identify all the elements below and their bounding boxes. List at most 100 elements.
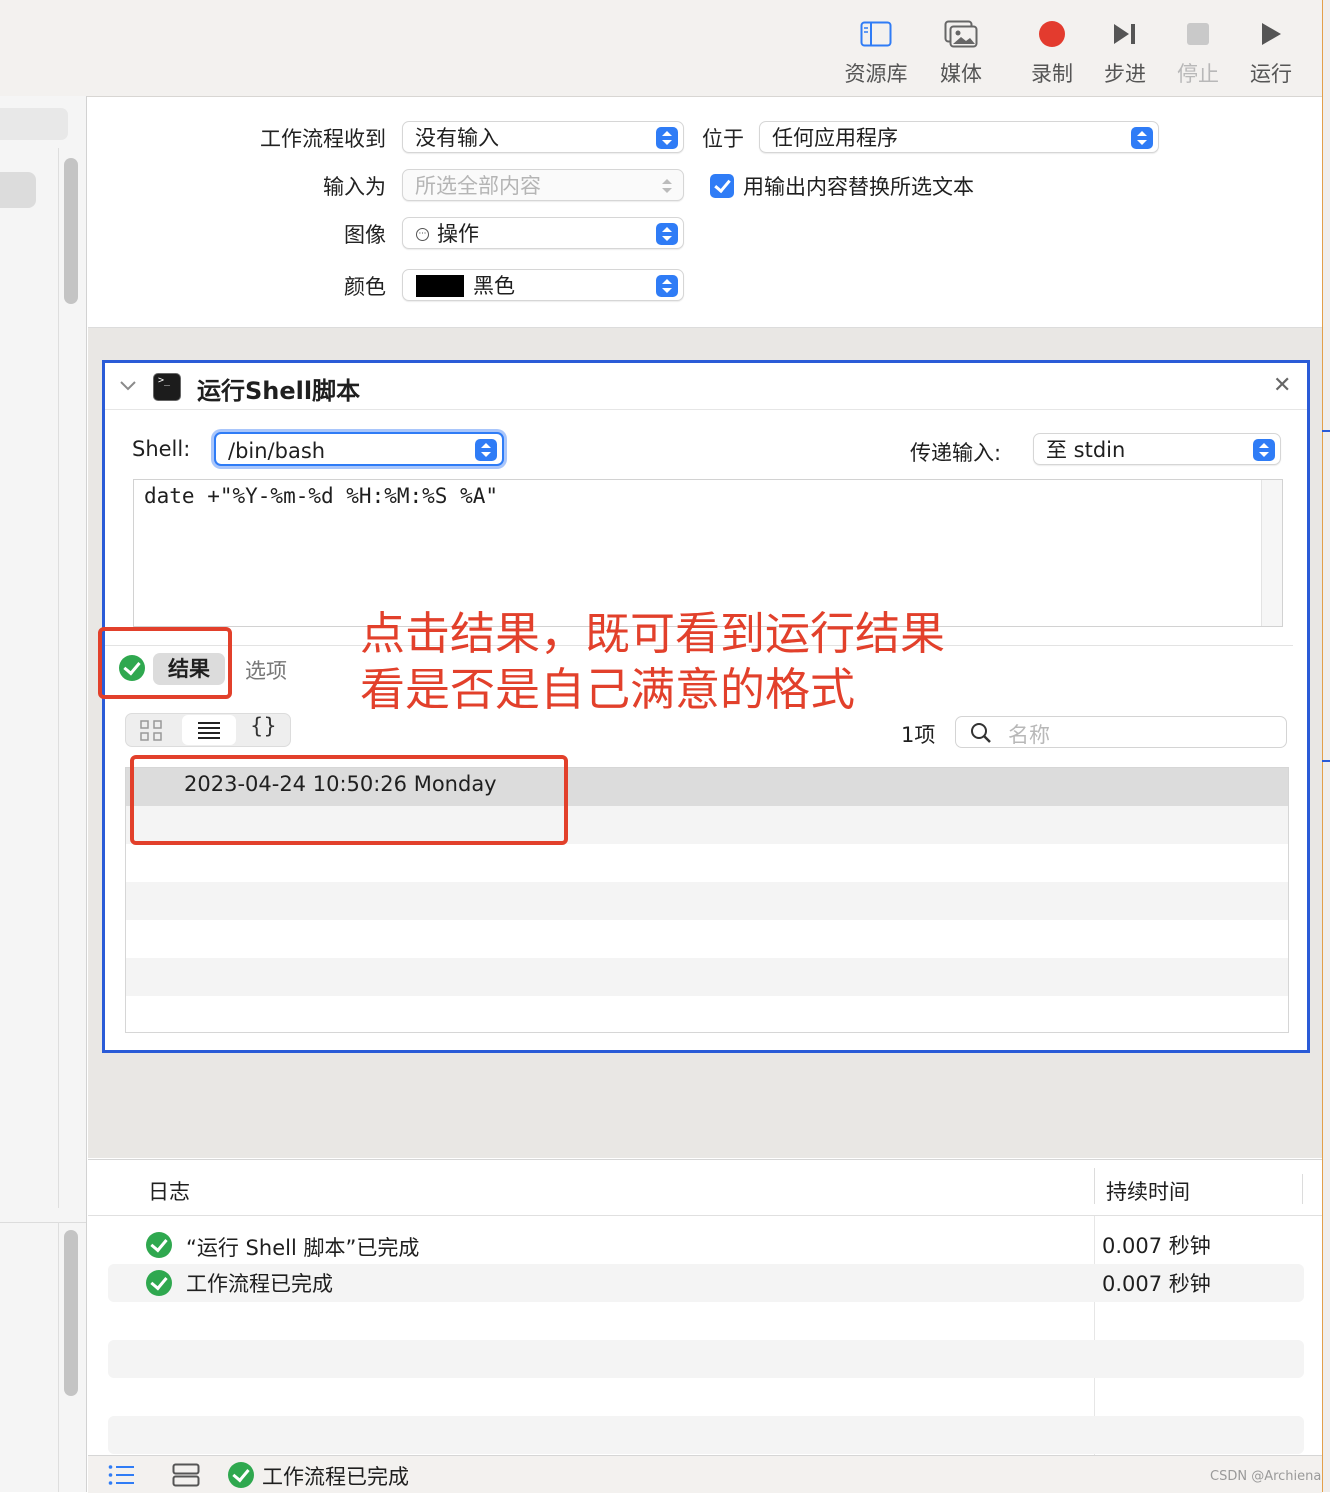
more-icon: ··· <box>416 228 429 241</box>
receives-popup[interactable]: 没有输入 <box>402 121 684 153</box>
edge-marker <box>1322 760 1330 762</box>
header-divider <box>105 409 1307 410</box>
empty-row <box>126 958 1288 996</box>
image-popup[interactable]: ··· 操作 <box>402 217 684 249</box>
color-popup[interactable]: 黑色 <box>402 269 684 301</box>
stepper-icon <box>1253 439 1275 461</box>
empty-row <box>108 1340 1304 1378</box>
run-label: 运行 <box>1250 62 1292 86</box>
annotation-box-output <box>130 755 568 845</box>
stepper-icon <box>656 127 678 149</box>
log-row[interactable]: “运行 Shell 脚本”已完成 0.007 秒钟 <box>108 1226 1304 1264</box>
stop-label: 停止 <box>1177 62 1219 86</box>
application-popup[interactable]: 任何应用程序 <box>759 121 1159 153</box>
sidebar-selected-item[interactable] <box>0 172 36 208</box>
media-button[interactable]: 媒体 <box>921 14 1001 88</box>
application-value: 任何应用程序 <box>772 126 898 150</box>
close-icon[interactable]: ✕ <box>1273 373 1291 398</box>
pass-input-popup[interactable]: 至 stdin <box>1033 433 1281 465</box>
annotation-text: 点击结果，既可看到运行结果 看是否是自己满意的格式 <box>360 606 945 718</box>
sidebar-search-field[interactable] <box>0 108 68 140</box>
sidebar-separator <box>0 1222 86 1223</box>
success-icon <box>228 1462 254 1488</box>
library-button[interactable]: 资源库 <box>836 14 916 88</box>
search-icon <box>971 723 991 743</box>
sidebar-scrollbar[interactable] <box>64 158 78 304</box>
run-button[interactable]: 运行 <box>1231 14 1311 88</box>
stepper-icon <box>656 223 678 245</box>
list-view-icon[interactable] <box>182 715 236 745</box>
step-button[interactable]: 步进 <box>1085 14 1165 88</box>
collapse-chevron-icon[interactable] <box>119 379 137 393</box>
record-button[interactable]: 录制 <box>1012 14 1092 88</box>
success-icon <box>146 1270 172 1296</box>
variables-icon[interactable] <box>172 1463 200 1487</box>
stepper-icon <box>656 175 678 197</box>
checkmark-icon <box>714 175 731 194</box>
script-text: date +"%Y-%m-%d %H:%M:%S %A" <box>144 484 499 508</box>
media-label: 媒体 <box>940 62 982 86</box>
step-icon <box>1114 24 1135 44</box>
shell-popup[interactable]: /bin/bash <box>214 432 504 466</box>
stepper-icon <box>1131 127 1153 149</box>
success-icon <box>146 1232 172 1258</box>
stop-icon <box>1187 23 1209 45</box>
action-title: 运行Shell脚本 <box>197 377 361 405</box>
input-is-label: 输入为 <box>323 175 386 199</box>
stepper-icon <box>656 275 678 297</box>
description-scrollbar[interactable] <box>64 1230 78 1396</box>
input-is-popup[interactable]: 所选全部内容 <box>402 169 684 201</box>
script-editor[interactable]: date +"%Y-%m-%d %H:%M:%S %A" <box>133 479 1283 627</box>
item-count: 1项 <box>901 723 936 747</box>
image-value: 操作 <box>437 222 479 246</box>
status-bar: 工作流程已完成 <box>88 1455 1322 1493</box>
color-value: 黑色 <box>473 274 515 298</box>
replace-label: 用输出内容替换所选文本 <box>743 175 974 199</box>
script-scrollbar[interactable] <box>1261 480 1282 626</box>
library-label: 资源库 <box>844 62 908 86</box>
in-label: 位于 <box>702 127 744 151</box>
workflow-parameters: 工作流程收到 没有输入 位于 任何应用程序 输入为 所选全部内容 用输出内容替换… <box>88 97 1322 328</box>
code-view-icon[interactable]: {} <box>250 714 277 738</box>
column-divider <box>1302 1174 1303 1204</box>
library-icon <box>860 21 892 47</box>
search-placeholder: 名称 <box>1008 723 1050 747</box>
log-panel: 日志 持续时间 “运行 Shell 脚本”已完成 0.007 秒钟 工作流程已完… <box>88 1159 1322 1456</box>
column-divider[interactable] <box>1094 1168 1095 1204</box>
view-mode-control: {} <box>125 713 291 747</box>
log-row-text: “运行 Shell 脚本”已完成 <box>186 1236 420 1260</box>
stepper-icon <box>475 439 497 461</box>
shell-label: Shell: <box>132 437 191 461</box>
replace-checkbox[interactable] <box>710 174 734 198</box>
annotation-box-results <box>98 627 232 699</box>
toolbar: 资源库 媒体 录制 步进 停止 运行 <box>0 0 1322 97</box>
record-label: 录制 <box>1031 62 1073 86</box>
image-label: 图像 <box>344 223 386 247</box>
pass-input-value: 至 stdin <box>1046 438 1126 462</box>
status-text: 工作流程已完成 <box>262 1465 409 1489</box>
pass-input-label: 传递输入: <box>910 441 1002 465</box>
log-row-duration: 0.007 秒钟 <box>1102 1234 1211 1258</box>
receives-value: 没有输入 <box>415 126 499 150</box>
step-label: 步进 <box>1104 62 1146 86</box>
play-icon <box>1262 23 1281 45</box>
sidebar <box>0 96 87 1492</box>
log-list-icon[interactable] <box>108 1464 136 1486</box>
icon-view-icon[interactable] <box>140 720 164 746</box>
results-search-input[interactable]: 名称 <box>955 716 1287 748</box>
media-icon <box>944 20 978 48</box>
log-row[interactable]: 工作流程已完成 0.007 秒钟 <box>108 1264 1304 1302</box>
tab-options[interactable]: 选项 <box>245 655 287 685</box>
edge-marker <box>1322 430 1330 432</box>
log-row-duration: 0.007 秒钟 <box>1102 1272 1211 1296</box>
annotation-line-1: 点击结果，既可看到运行结果 <box>360 607 946 660</box>
shell-value: /bin/bash <box>228 439 326 463</box>
terminal-icon: >_ <box>153 373 181 401</box>
header-divider <box>88 1215 1322 1216</box>
input-is-value: 所选全部内容 <box>415 174 541 198</box>
empty-row <box>108 1416 1304 1454</box>
receives-label: 工作流程收到 <box>260 127 386 151</box>
duration-column-header[interactable]: 持续时间 <box>1106 1176 1190 1206</box>
stop-button[interactable]: 停止 <box>1158 14 1238 88</box>
log-column-header[interactable]: 日志 <box>148 1176 190 1206</box>
